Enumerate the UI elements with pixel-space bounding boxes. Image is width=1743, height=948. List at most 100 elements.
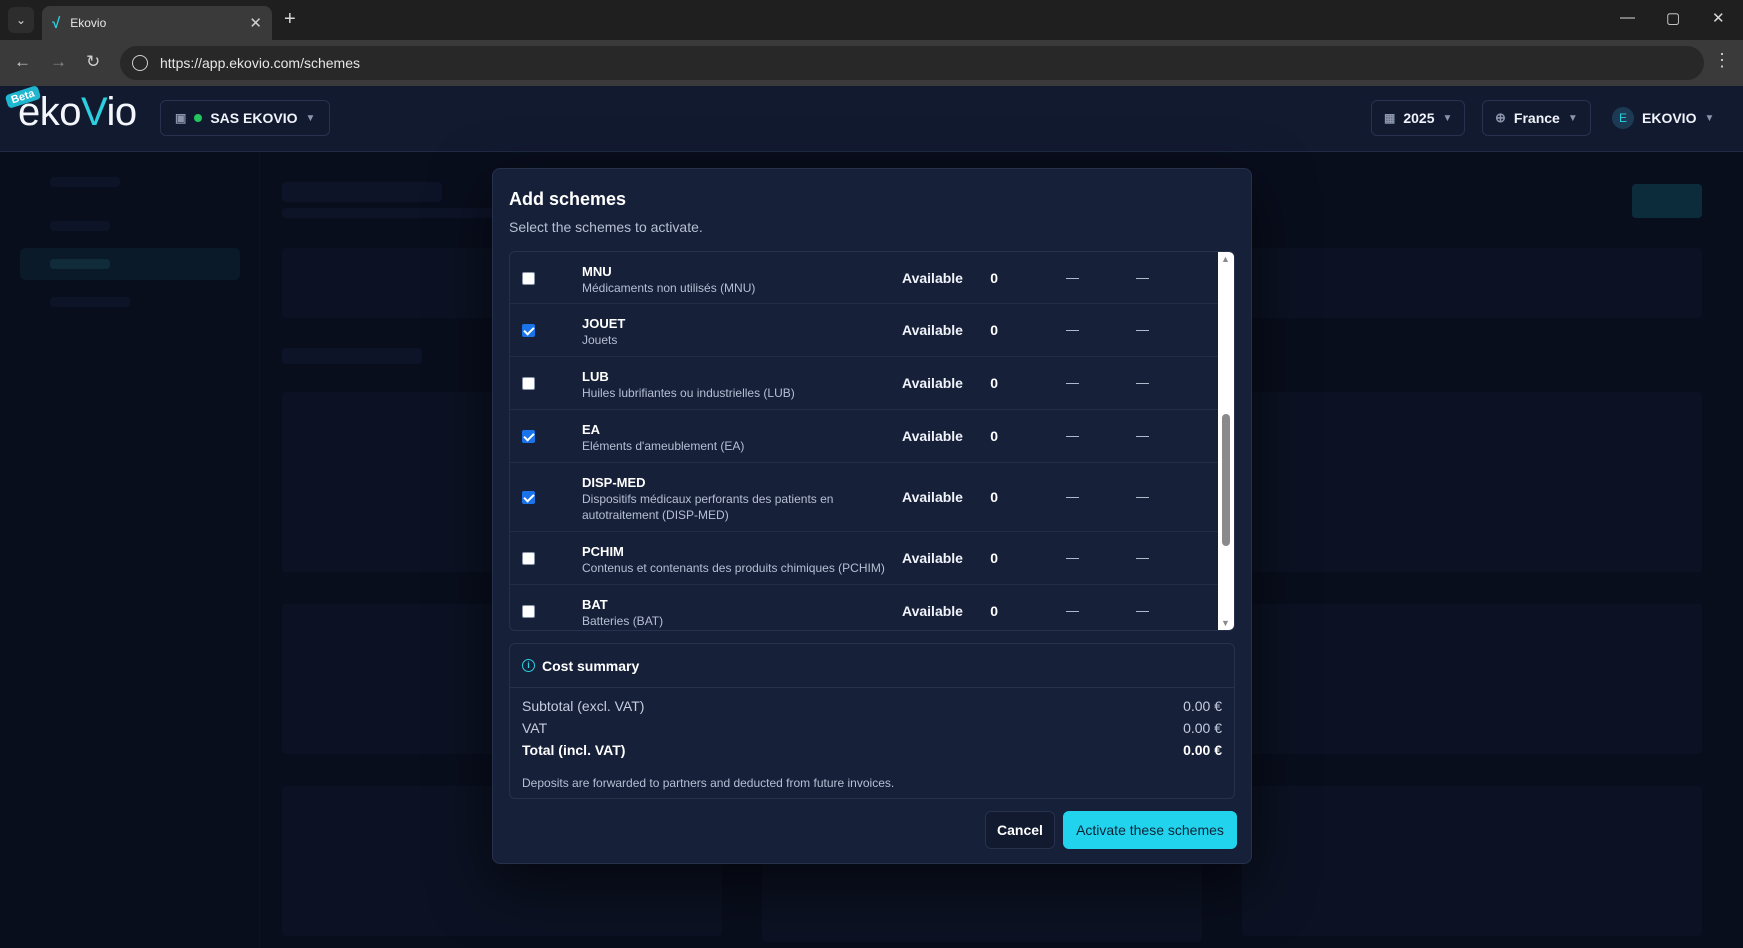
address-bar[interactable]: https://app.ekovio.com/schemes: [120, 46, 1704, 80]
scheme-row[interactable]: BAT Batteries (BAT) Available 0 — —: [510, 585, 1220, 630]
scheme-value: —: [1136, 375, 1149, 390]
total-value: 0.00 €: [1183, 742, 1222, 758]
scheme-row[interactable]: PCHIM Contenus et contenants des produit…: [510, 532, 1220, 585]
avatar: E: [1612, 107, 1634, 129]
scheme-code: BAT: [582, 597, 608, 612]
scheme-quantity: 0: [990, 428, 998, 444]
chevron-down-icon: ▼: [305, 112, 316, 124]
year-selector[interactable]: ▦ 2025 ▼: [1371, 100, 1466, 136]
tab-search-button[interactable]: ⌄: [8, 7, 34, 33]
app-header: ekoVio Beta ▣ SAS EKOVIO ▼ ▦ 2025 ▼ ⊕ Fr…: [0, 85, 1743, 152]
scheme-quantity: 0: [990, 603, 998, 619]
organization-selector[interactable]: ▣ SAS EKOVIO ▼: [160, 100, 331, 136]
scheme-description: Contenus et contenants des produits chim…: [582, 561, 885, 575]
maximize-icon[interactable]: ▢: [1666, 9, 1680, 27]
forward-icon[interactable]: →: [50, 52, 67, 72]
subtotal-row: Subtotal (excl. VAT) 0.00 €: [522, 698, 1222, 714]
activate-schemes-button[interactable]: Activate these schemes: [1063, 811, 1237, 849]
scheme-status: Available: [902, 550, 963, 566]
scheme-row[interactable]: DISP-MED Dispositifs médicaux perforants…: [510, 463, 1220, 532]
logo-part: io: [106, 90, 137, 134]
browser-tabbar: ⌄ √ Ekovio ✕ + — ▢ ✕: [0, 0, 1743, 40]
scheme-description: Jouets: [582, 333, 618, 347]
scheme-code: DISP-MED: [582, 475, 646, 490]
user-name: EKOVIO: [1642, 110, 1697, 126]
scheme-value: —: [1066, 375, 1079, 390]
scheme-value: —: [1136, 550, 1149, 565]
ekovio-favicon-icon: √: [52, 14, 61, 32]
info-icon: i: [522, 659, 535, 672]
scheme-checkbox[interactable]: [522, 377, 535, 390]
chevron-down-icon: ▼: [1704, 112, 1715, 124]
scheme-value: —: [1136, 322, 1149, 337]
close-tab-icon[interactable]: ✕: [249, 14, 262, 32]
country-value: France: [1513, 110, 1560, 126]
scheme-checkbox[interactable]: [522, 605, 535, 618]
scheme-value: —: [1136, 270, 1149, 285]
globe-icon: ⊕: [1495, 110, 1506, 125]
year-value: 2025: [1403, 110, 1435, 126]
scheme-code: EA: [582, 422, 601, 437]
scheme-list[interactable]: MNU Médicaments non utilisés (MNU) Avail…: [509, 251, 1235, 631]
scheme-status: Available: [902, 428, 963, 444]
scheme-value: —: [1136, 603, 1149, 618]
dialog-title: Add schemes: [509, 189, 627, 209]
cost-summary-title: Cost summary: [542, 658, 640, 674]
cost-summary: i Cost summary Subtotal (excl. VAT) 0.00…: [509, 643, 1235, 799]
chevron-down-icon: ▼: [1567, 112, 1578, 124]
scheme-value: —: [1136, 489, 1149, 504]
calendar-icon: ▦: [1384, 111, 1396, 125]
scheme-value: —: [1066, 489, 1079, 504]
site-info-icon[interactable]: [132, 55, 148, 71]
add-schemes-dialog: Add schemes Select the schemes to activa…: [492, 168, 1252, 864]
scheme-quantity: 0: [990, 322, 998, 338]
back-icon[interactable]: ←: [14, 52, 31, 72]
scheme-checkbox[interactable]: [522, 430, 535, 443]
scheme-checkbox[interactable]: [522, 552, 535, 565]
close-window-icon[interactable]: ✕: [1712, 9, 1725, 27]
vat-row: VAT 0.00 €: [522, 720, 1222, 736]
scheme-description: Huiles lubrifiantes ou industrielles (LU…: [582, 386, 795, 400]
org-name: SAS EKOVIO: [210, 110, 298, 126]
scheme-row[interactable]: JOUET Jouets Available 0 — —: [510, 304, 1220, 357]
scheme-code: PCHIM: [582, 544, 624, 559]
total-row: Total (incl. VAT) 0.00 €: [522, 742, 1222, 758]
country-selector[interactable]: ⊕ France ▼: [1482, 100, 1591, 136]
scheme-code: MNU: [582, 264, 612, 279]
scheme-status: Available: [902, 489, 963, 505]
scheme-checkbox[interactable]: [522, 324, 535, 337]
scheme-row[interactable]: LUB Huiles lubrifiantes ou industrielles…: [510, 357, 1220, 410]
scheme-value: —: [1066, 270, 1079, 285]
subtotal-label: Subtotal (excl. VAT): [522, 698, 645, 714]
scheme-value: —: [1066, 322, 1079, 337]
scheme-quantity: 0: [990, 375, 998, 391]
scheme-description: Médicaments non utilisés (MNU): [582, 281, 756, 295]
scroll-thumb[interactable]: [1222, 414, 1230, 546]
scheme-checkbox[interactable]: [522, 491, 535, 504]
scheme-status: Available: [902, 603, 963, 619]
scroll-down-icon[interactable]: ▼: [1221, 618, 1230, 628]
minimize-icon[interactable]: —: [1620, 9, 1635, 26]
scheme-checkbox[interactable]: [522, 272, 535, 285]
browser-menu-icon[interactable]: ⋮: [1713, 50, 1731, 71]
cancel-button[interactable]: Cancel: [985, 811, 1055, 849]
user-menu[interactable]: E EKOVIO ▼: [1600, 100, 1726, 136]
scheme-row[interactable]: MNU Médicaments non utilisés (MNU) Avail…: [510, 252, 1220, 304]
total-label: Total (incl. VAT): [522, 742, 626, 758]
chevron-down-icon: ⌄: [15, 13, 27, 27]
scroll-up-icon[interactable]: ▲: [1221, 254, 1230, 264]
reload-icon[interactable]: ↻: [86, 52, 100, 72]
scheme-value: —: [1066, 603, 1079, 618]
subtotal-value: 0.00 €: [1183, 698, 1222, 714]
scheme-value: —: [1136, 428, 1149, 443]
scheme-row[interactable]: EA Eléments d'ameublement (EA) Available…: [510, 410, 1220, 463]
scheme-quantity: 0: [990, 489, 998, 505]
scheme-description: Dispositifs médicaux perforants des pati…: [582, 492, 834, 522]
browser-tab[interactable]: √ Ekovio ✕: [42, 6, 272, 40]
cost-summary-header: i Cost summary: [510, 644, 1234, 688]
logo-v: V: [81, 90, 107, 134]
scheme-code: LUB: [582, 369, 609, 384]
scheme-quantity: 0: [990, 550, 998, 566]
scheme-list-scrollbar[interactable]: ▲ ▼: [1218, 252, 1234, 630]
new-tab-icon[interactable]: +: [284, 8, 296, 31]
